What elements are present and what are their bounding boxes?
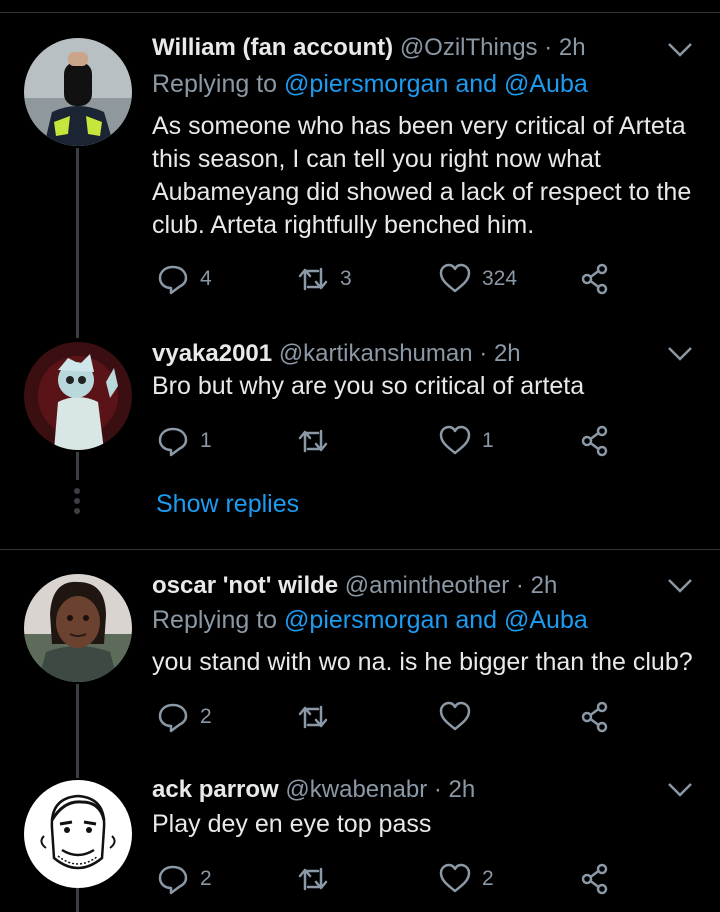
reply-icon (158, 265, 188, 295)
tweet-header: oscar 'not' wilde @amintheother · 2h (152, 572, 557, 600)
mention-link[interactable]: @Auba (504, 606, 588, 634)
chevron-down-icon[interactable] (666, 344, 694, 364)
section-divider (0, 549, 720, 550)
share-icon (581, 425, 608, 457)
reply-button[interactable]: 4 (156, 262, 212, 296)
avatar[interactable] (24, 38, 132, 146)
share-button[interactable] (578, 424, 612, 458)
user-handle[interactable]: @kwabenabr (285, 776, 427, 803)
retweet-icon (298, 267, 328, 291)
separator-dot: · (433, 776, 442, 803)
like-icon (439, 425, 471, 455)
reply-button[interactable]: 2 (156, 700, 212, 734)
share-icon (581, 263, 608, 295)
share-button[interactable] (578, 700, 612, 734)
separator-dot: · (544, 34, 553, 61)
reply-icon (158, 427, 188, 457)
top-divider (0, 12, 720, 13)
mention-link[interactable]: @piersmorgan (284, 70, 448, 98)
mention-and: and (455, 70, 498, 98)
timestamp[interactable]: 2h (559, 34, 586, 61)
user-handle[interactable]: @amintheother (345, 572, 509, 599)
like-button[interactable]: 1 (438, 424, 494, 458)
reply-button[interactable]: 1 (156, 424, 212, 458)
chevron-down-icon[interactable] (666, 576, 694, 596)
show-replies-link[interactable]: Show replies (156, 490, 299, 519)
reply-button[interactable]: 2 (156, 862, 212, 896)
retweet-button[interactable] (296, 424, 340, 458)
reply-count: 4 (200, 267, 212, 290)
tweet-text: As someone who has been very critical of… (152, 112, 692, 239)
tweet-actions: 2 (152, 700, 622, 734)
reply-count: 2 (200, 867, 212, 890)
retweet-button[interactable] (296, 700, 340, 734)
user-handle[interactable]: @OzilThings (400, 34, 538, 61)
retweet-icon (298, 705, 328, 729)
tweet-header: ack parrow @kwabenabr · 2h (152, 776, 475, 804)
retweet-icon (298, 867, 328, 891)
avatar[interactable] (24, 342, 132, 450)
timestamp[interactable]: 2h (494, 340, 521, 367)
mention-link[interactable]: @Auba (504, 70, 588, 98)
display-name[interactable]: William (fan account) (152, 34, 393, 61)
tweet-text: Play dey en eye top pass (152, 810, 432, 838)
like-button[interactable]: 2 (438, 862, 494, 896)
replying-to: Replying to @piersmorgan and @Auba (152, 606, 588, 635)
timestamp[interactable]: 2h (449, 776, 476, 803)
display-name[interactable]: vyaka2001 (152, 340, 272, 367)
like-icon (439, 263, 471, 293)
tweet-actions: 4 3 324 (152, 262, 622, 296)
reply-count: 1 (200, 429, 212, 452)
thread-dots (72, 488, 82, 518)
tweet-header: William (fan account) @OzilThings · 2h (152, 34, 586, 62)
timestamp[interactable]: 2h (531, 572, 558, 599)
reply-icon (158, 865, 188, 895)
thread-line (76, 888, 79, 912)
share-button[interactable] (578, 262, 612, 296)
chevron-down-icon[interactable] (666, 40, 694, 60)
tweet-header: vyaka2001 @kartikanshuman · 2h (152, 340, 521, 368)
chevron-down-icon[interactable] (666, 780, 694, 800)
replying-to-label: Replying to (152, 606, 278, 634)
tweet-actions: 2 2 (152, 862, 622, 896)
reply-icon (158, 703, 188, 733)
mention-link[interactable]: @piersmorgan (284, 606, 448, 634)
retweet-icon (298, 429, 328, 453)
like-icon (439, 863, 471, 893)
retweet-button[interactable] (296, 862, 340, 896)
separator-dot: · (479, 340, 488, 367)
thread-line (76, 148, 79, 338)
avatar[interactable] (24, 780, 132, 888)
retweet-button[interactable]: 3 (296, 262, 352, 296)
tweet-actions: 1 1 (152, 424, 622, 458)
like-button[interactable] (438, 700, 482, 734)
avatar[interactable] (24, 574, 132, 682)
like-count: 2 (482, 867, 494, 890)
share-button[interactable] (578, 862, 612, 896)
like-button[interactable]: 324 (438, 262, 517, 296)
thread-line (76, 452, 79, 480)
replying-to: Replying to @piersmorgan and @Auba (152, 70, 588, 99)
like-icon (439, 701, 471, 731)
display-name[interactable]: oscar 'not' wilde (152, 572, 338, 599)
tweet-text: Bro but why are you so critical of artet… (152, 372, 585, 400)
reply-count: 2 (200, 705, 212, 728)
display-name[interactable]: ack parrow (152, 776, 279, 803)
like-count: 1 (482, 429, 494, 452)
mention-and: and (455, 606, 498, 634)
like-count: 324 (482, 267, 518, 290)
separator-dot: · (515, 572, 524, 599)
thread-line (76, 684, 79, 778)
replying-to-label: Replying to (152, 70, 278, 98)
share-icon (581, 863, 608, 895)
retweet-count: 3 (340, 267, 352, 290)
user-handle[interactable]: @kartikanshuman (279, 340, 473, 367)
share-icon (581, 701, 608, 733)
tweet-text: you stand with wo na. is he bigger than … (152, 648, 693, 676)
